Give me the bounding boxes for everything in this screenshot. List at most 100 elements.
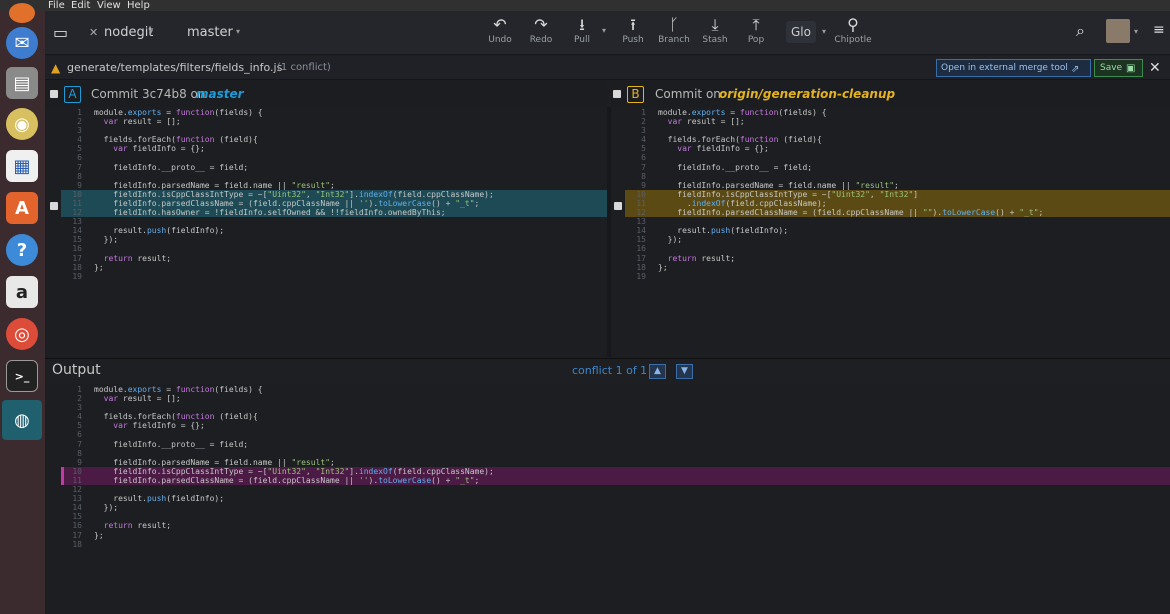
line-number: 10 xyxy=(72,466,82,476)
folder-icon[interactable]: ▭ xyxy=(53,23,68,42)
help-icon[interactable]: ? xyxy=(6,234,38,266)
line-text: fieldInfo.parsedClassName = (field.cppCl… xyxy=(94,475,480,485)
terminal-icon[interactable]: >_ xyxy=(6,360,38,392)
pull-options-chevron-icon[interactable]: ▾ xyxy=(602,26,606,35)
line-number: 4 xyxy=(77,135,82,145)
glo-button[interactable]: Glo xyxy=(786,21,816,43)
save-button[interactable]: Save xyxy=(1094,59,1144,77)
gitkraken-icon[interactable]: ◍ xyxy=(2,400,42,440)
redo-button[interactable]: ↷ Redo xyxy=(519,15,563,45)
open-external-merge-tool-button[interactable]: Open in external merge tool xyxy=(936,59,1091,77)
chevron-down-icon[interactable]: ▾ xyxy=(822,27,826,36)
panel-b-letter: B xyxy=(627,86,644,103)
line-text: }); xyxy=(94,235,119,245)
next-conflict-button[interactable]: ▼ xyxy=(676,364,693,379)
line-text: module.exports = function(fields) { xyxy=(658,108,827,117)
panel-a-code-line: 14 result.push(fieldInfo); xyxy=(56,226,494,235)
line-number: 16 xyxy=(72,244,82,254)
undo-button[interactable]: ↶ Undo xyxy=(478,15,522,45)
branch-tab[interactable]: master xyxy=(187,11,233,54)
writer-icon[interactable]: ▦ xyxy=(6,150,38,182)
panel-a-code-line: 5 var fieldInfo = {}; xyxy=(56,144,494,153)
panel-b-header: B Commit on origin/generation-cleanup xyxy=(611,81,1170,107)
panel-a-code-line: 16 xyxy=(56,244,494,253)
output-code-line: 17}; xyxy=(56,531,494,540)
mail-icon[interactable]: ✉ xyxy=(6,27,38,59)
line-number: 12 xyxy=(636,208,646,218)
line-text: }; xyxy=(658,262,668,272)
line-number: 7 xyxy=(77,162,82,172)
close-repo-icon[interactable]: ✕ xyxy=(89,26,98,39)
line-text: fields.forEach(function (field){ xyxy=(94,135,258,145)
search-icon[interactable]: ⌕ xyxy=(1076,21,1085,41)
line-number: 1 xyxy=(77,385,82,394)
output-code: 1 module.exports = function(fields) {2 va… xyxy=(56,385,494,549)
profile-button[interactable]: ⚲ Chipotle xyxy=(831,15,875,45)
line-text: result.push(fieldInfo); xyxy=(94,226,225,236)
line-number: 11 xyxy=(636,198,646,208)
panel-b-code-line: 2 var result = []; xyxy=(620,117,1043,126)
output-code-line: 4 fields.forEach(function (field){ xyxy=(56,412,494,421)
output-code-line: 3 xyxy=(56,403,494,412)
line-number: 8 xyxy=(77,171,82,181)
chevron-down-icon[interactable]: ▾ xyxy=(1134,27,1138,36)
line-text: }; xyxy=(94,262,104,272)
panel-a-checkbox[interactable] xyxy=(50,90,58,98)
firefox-icon[interactable] xyxy=(9,3,35,23)
output-code-line: 11 fieldInfo.parsedClassName = (field.cp… xyxy=(56,476,494,485)
panel-b-checkbox[interactable] xyxy=(613,90,621,98)
branch-button[interactable]: ᚴ Branch xyxy=(652,15,696,45)
line-text: return result; xyxy=(103,521,172,531)
software-center-icon[interactable]: A xyxy=(6,192,38,224)
panel-b-commit: Commit on xyxy=(655,87,721,101)
line-number: 7 xyxy=(77,439,82,449)
pop-button[interactable]: ⤒ Pop xyxy=(734,15,778,45)
line-text: return result; xyxy=(667,253,736,263)
line-number: 6 xyxy=(641,153,646,163)
line-number: 11 xyxy=(72,475,82,485)
line-number: 2 xyxy=(77,117,82,127)
branch-icon: ᚴ xyxy=(669,15,679,34)
panel-b-code-line: 9 fieldInfo.parsedName = field.name || "… xyxy=(620,181,1043,190)
line-number: 17 xyxy=(636,253,646,263)
pull-button[interactable]: ⭳ Pull xyxy=(560,15,604,45)
panel-divider[interactable] xyxy=(607,107,611,357)
line-number: 4 xyxy=(77,412,82,422)
chrome-icon[interactable]: ◎ xyxy=(6,318,38,350)
push-button[interactable]: ⭱ Push xyxy=(611,15,655,45)
menu-view[interactable]: View xyxy=(97,0,121,11)
panel-a-code-line: 2 var result = []; xyxy=(56,117,494,126)
hamburger-menu-icon[interactable]: ≡ xyxy=(1153,22,1165,38)
stash-button[interactable]: ⤓ Stash xyxy=(693,15,737,45)
close-icon[interactable]: ✕ xyxy=(1149,56,1161,80)
panel-a-code: 1 module.exports = function(fields) {2 va… xyxy=(56,108,494,281)
chevron-down-icon[interactable]: ▾ xyxy=(149,27,153,36)
avatar[interactable] xyxy=(1106,19,1130,43)
menu-help[interactable]: Help xyxy=(127,0,150,11)
output-code-line: 1 module.exports = function(fields) { xyxy=(56,385,494,394)
line-text: fieldInfo.isCppClassIntType = ~["Uint32"… xyxy=(94,466,494,476)
line-text: fieldInfo.parsedClassName = (field.cppCl… xyxy=(94,198,480,208)
line-text: fieldInfo.__proto__ = field; xyxy=(94,162,249,172)
line-number: 1 xyxy=(641,108,646,117)
line-text: fields.forEach(function (field){ xyxy=(658,135,822,145)
chevron-down-icon[interactable]: ▾ xyxy=(236,27,240,36)
panel-b-code-line: 5 var fieldInfo = {}; xyxy=(620,144,1043,153)
line-text: module.exports = function(fields) { xyxy=(94,108,263,117)
music-icon[interactable]: ◉ xyxy=(6,108,38,140)
menu-edit[interactable]: Edit xyxy=(71,0,90,11)
amazon-icon[interactable]: a xyxy=(6,276,38,308)
repo-tab[interactable]: nodegit xyxy=(104,11,153,54)
conflict-count: (1 conflict) xyxy=(277,62,331,73)
line-number: 10 xyxy=(636,189,646,199)
files-icon[interactable]: ▤ xyxy=(6,67,38,99)
previous-conflict-button[interactable]: ▲ xyxy=(649,364,666,379)
line-number: 14 xyxy=(72,226,82,236)
line-text: fieldInfo.parsedName = field.name || "re… xyxy=(94,457,335,467)
line-text: fieldInfo.parsedName = field.name || "re… xyxy=(94,180,335,190)
line-number: 13 xyxy=(72,494,82,504)
line-number: 14 xyxy=(636,226,646,236)
line-text: fieldInfo.parsedClassName = (field.cppCl… xyxy=(658,208,1044,218)
panel-a-code-line: 12 fieldInfo.hasOwner = !fieldInfo.selfO… xyxy=(56,208,494,217)
menu-file[interactable]: File xyxy=(48,0,65,11)
